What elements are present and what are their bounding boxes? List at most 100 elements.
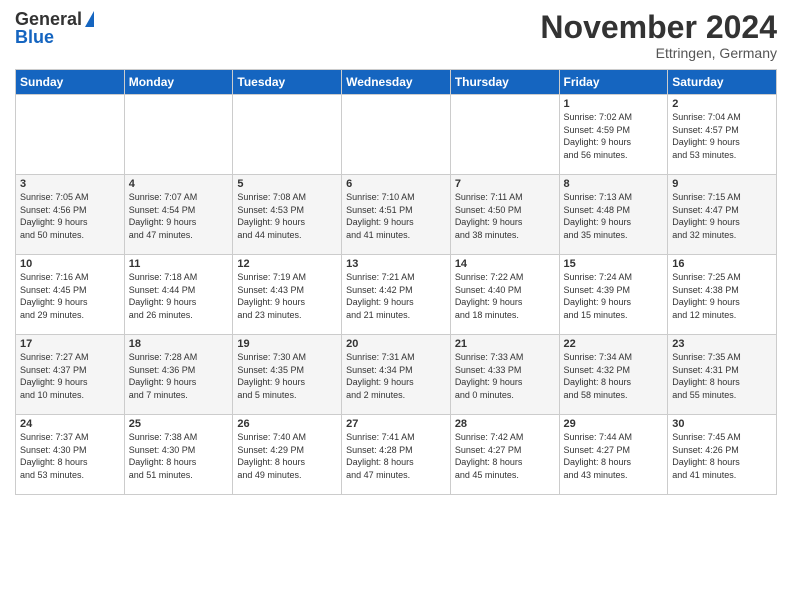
day-info: Sunrise: 7:02 AM Sunset: 4:59 PM Dayligh… bbox=[564, 111, 664, 161]
day-info: Sunrise: 7:05 AM Sunset: 4:56 PM Dayligh… bbox=[20, 191, 120, 241]
day-number: 13 bbox=[346, 258, 446, 270]
table-row: 1Sunrise: 7:02 AM Sunset: 4:59 PM Daylig… bbox=[559, 95, 668, 175]
day-number: 17 bbox=[20, 338, 120, 350]
day-number: 3 bbox=[20, 178, 120, 190]
day-number: 7 bbox=[455, 178, 555, 190]
day-number: 19 bbox=[237, 338, 337, 350]
week-row-1: 3Sunrise: 7:05 AM Sunset: 4:56 PM Daylig… bbox=[16, 175, 777, 255]
table-row: 23Sunrise: 7:35 AM Sunset: 4:31 PM Dayli… bbox=[668, 335, 777, 415]
day-info: Sunrise: 7:44 AM Sunset: 4:27 PM Dayligh… bbox=[564, 431, 664, 481]
day-number: 1 bbox=[564, 98, 664, 110]
location: Ettringen, Germany bbox=[540, 45, 777, 61]
week-row-2: 10Sunrise: 7:16 AM Sunset: 4:45 PM Dayli… bbox=[16, 255, 777, 335]
day-info: Sunrise: 7:22 AM Sunset: 4:40 PM Dayligh… bbox=[455, 271, 555, 321]
day-number: 18 bbox=[129, 338, 229, 350]
day-number: 15 bbox=[564, 258, 664, 270]
table-row: 8Sunrise: 7:13 AM Sunset: 4:48 PM Daylig… bbox=[559, 175, 668, 255]
day-number: 23 bbox=[672, 338, 772, 350]
day-info: Sunrise: 7:41 AM Sunset: 4:28 PM Dayligh… bbox=[346, 431, 446, 481]
table-row: 21Sunrise: 7:33 AM Sunset: 4:33 PM Dayli… bbox=[450, 335, 559, 415]
table-row: 16Sunrise: 7:25 AM Sunset: 4:38 PM Dayli… bbox=[668, 255, 777, 335]
table-row: 27Sunrise: 7:41 AM Sunset: 4:28 PM Dayli… bbox=[342, 415, 451, 495]
table-row: 7Sunrise: 7:11 AM Sunset: 4:50 PM Daylig… bbox=[450, 175, 559, 255]
table-row bbox=[16, 95, 125, 175]
day-number: 2 bbox=[672, 98, 772, 110]
table-row: 19Sunrise: 7:30 AM Sunset: 4:35 PM Dayli… bbox=[233, 335, 342, 415]
day-number: 9 bbox=[672, 178, 772, 190]
table-row: 4Sunrise: 7:07 AM Sunset: 4:54 PM Daylig… bbox=[124, 175, 233, 255]
day-info: Sunrise: 7:25 AM Sunset: 4:38 PM Dayligh… bbox=[672, 271, 772, 321]
table-row: 12Sunrise: 7:19 AM Sunset: 4:43 PM Dayli… bbox=[233, 255, 342, 335]
day-number: 25 bbox=[129, 418, 229, 430]
day-number: 22 bbox=[564, 338, 664, 350]
day-info: Sunrise: 7:18 AM Sunset: 4:44 PM Dayligh… bbox=[129, 271, 229, 321]
day-number: 24 bbox=[20, 418, 120, 430]
day-info: Sunrise: 7:15 AM Sunset: 4:47 PM Dayligh… bbox=[672, 191, 772, 241]
table-row: 6Sunrise: 7:10 AM Sunset: 4:51 PM Daylig… bbox=[342, 175, 451, 255]
table-row: 20Sunrise: 7:31 AM Sunset: 4:34 PM Dayli… bbox=[342, 335, 451, 415]
table-row: 13Sunrise: 7:21 AM Sunset: 4:42 PM Dayli… bbox=[342, 255, 451, 335]
day-number: 16 bbox=[672, 258, 772, 270]
table-row: 11Sunrise: 7:18 AM Sunset: 4:44 PM Dayli… bbox=[124, 255, 233, 335]
day-number: 26 bbox=[237, 418, 337, 430]
day-info: Sunrise: 7:45 AM Sunset: 4:26 PM Dayligh… bbox=[672, 431, 772, 481]
table-row bbox=[342, 95, 451, 175]
table-row: 9Sunrise: 7:15 AM Sunset: 4:47 PM Daylig… bbox=[668, 175, 777, 255]
table-row: 24Sunrise: 7:37 AM Sunset: 4:30 PM Dayli… bbox=[16, 415, 125, 495]
day-number: 10 bbox=[20, 258, 120, 270]
table-row: 15Sunrise: 7:24 AM Sunset: 4:39 PM Dayli… bbox=[559, 255, 668, 335]
day-info: Sunrise: 7:04 AM Sunset: 4:57 PM Dayligh… bbox=[672, 111, 772, 161]
day-info: Sunrise: 7:30 AM Sunset: 4:35 PM Dayligh… bbox=[237, 351, 337, 401]
table-row bbox=[233, 95, 342, 175]
table-row bbox=[124, 95, 233, 175]
table-row: 17Sunrise: 7:27 AM Sunset: 4:37 PM Dayli… bbox=[16, 335, 125, 415]
col-saturday: Saturday bbox=[668, 70, 777, 95]
day-number: 8 bbox=[564, 178, 664, 190]
day-info: Sunrise: 7:31 AM Sunset: 4:34 PM Dayligh… bbox=[346, 351, 446, 401]
day-number: 12 bbox=[237, 258, 337, 270]
day-info: Sunrise: 7:34 AM Sunset: 4:32 PM Dayligh… bbox=[564, 351, 664, 401]
logo-icon bbox=[85, 11, 94, 27]
day-info: Sunrise: 7:21 AM Sunset: 4:42 PM Dayligh… bbox=[346, 271, 446, 321]
day-info: Sunrise: 7:38 AM Sunset: 4:30 PM Dayligh… bbox=[129, 431, 229, 481]
day-info: Sunrise: 7:16 AM Sunset: 4:45 PM Dayligh… bbox=[20, 271, 120, 321]
table-row: 3Sunrise: 7:05 AM Sunset: 4:56 PM Daylig… bbox=[16, 175, 125, 255]
header-row: Sunday Monday Tuesday Wednesday Thursday… bbox=[16, 70, 777, 95]
day-info: Sunrise: 7:28 AM Sunset: 4:36 PM Dayligh… bbox=[129, 351, 229, 401]
col-monday: Monday bbox=[124, 70, 233, 95]
table-row: 28Sunrise: 7:42 AM Sunset: 4:27 PM Dayli… bbox=[450, 415, 559, 495]
day-info: Sunrise: 7:37 AM Sunset: 4:30 PM Dayligh… bbox=[20, 431, 120, 481]
day-info: Sunrise: 7:07 AM Sunset: 4:54 PM Dayligh… bbox=[129, 191, 229, 241]
table-row: 14Sunrise: 7:22 AM Sunset: 4:40 PM Dayli… bbox=[450, 255, 559, 335]
day-info: Sunrise: 7:13 AM Sunset: 4:48 PM Dayligh… bbox=[564, 191, 664, 241]
day-number: 20 bbox=[346, 338, 446, 350]
table-row: 5Sunrise: 7:08 AM Sunset: 4:53 PM Daylig… bbox=[233, 175, 342, 255]
day-info: Sunrise: 7:42 AM Sunset: 4:27 PM Dayligh… bbox=[455, 431, 555, 481]
day-number: 6 bbox=[346, 178, 446, 190]
col-friday: Friday bbox=[559, 70, 668, 95]
table-row: 2Sunrise: 7:04 AM Sunset: 4:57 PM Daylig… bbox=[668, 95, 777, 175]
day-info: Sunrise: 7:19 AM Sunset: 4:43 PM Dayligh… bbox=[237, 271, 337, 321]
logo: General Blue bbox=[15, 10, 94, 46]
week-row-0: 1Sunrise: 7:02 AM Sunset: 4:59 PM Daylig… bbox=[16, 95, 777, 175]
col-sunday: Sunday bbox=[16, 70, 125, 95]
table-row: 10Sunrise: 7:16 AM Sunset: 4:45 PM Dayli… bbox=[16, 255, 125, 335]
calendar: Sunday Monday Tuesday Wednesday Thursday… bbox=[15, 69, 777, 495]
col-wednesday: Wednesday bbox=[342, 70, 451, 95]
day-number: 4 bbox=[129, 178, 229, 190]
day-info: Sunrise: 7:27 AM Sunset: 4:37 PM Dayligh… bbox=[20, 351, 120, 401]
day-number: 21 bbox=[455, 338, 555, 350]
day-number: 27 bbox=[346, 418, 446, 430]
page: General Blue November 2024 Ettringen, Ge… bbox=[0, 0, 792, 612]
table-row: 22Sunrise: 7:34 AM Sunset: 4:32 PM Dayli… bbox=[559, 335, 668, 415]
table-row: 18Sunrise: 7:28 AM Sunset: 4:36 PM Dayli… bbox=[124, 335, 233, 415]
day-number: 11 bbox=[129, 258, 229, 270]
day-number: 30 bbox=[672, 418, 772, 430]
day-number: 5 bbox=[237, 178, 337, 190]
col-thursday: Thursday bbox=[450, 70, 559, 95]
logo-blue: Blue bbox=[15, 28, 94, 46]
day-info: Sunrise: 7:08 AM Sunset: 4:53 PM Dayligh… bbox=[237, 191, 337, 241]
day-info: Sunrise: 7:11 AM Sunset: 4:50 PM Dayligh… bbox=[455, 191, 555, 241]
table-row: 25Sunrise: 7:38 AM Sunset: 4:30 PM Dayli… bbox=[124, 415, 233, 495]
day-info: Sunrise: 7:35 AM Sunset: 4:31 PM Dayligh… bbox=[672, 351, 772, 401]
